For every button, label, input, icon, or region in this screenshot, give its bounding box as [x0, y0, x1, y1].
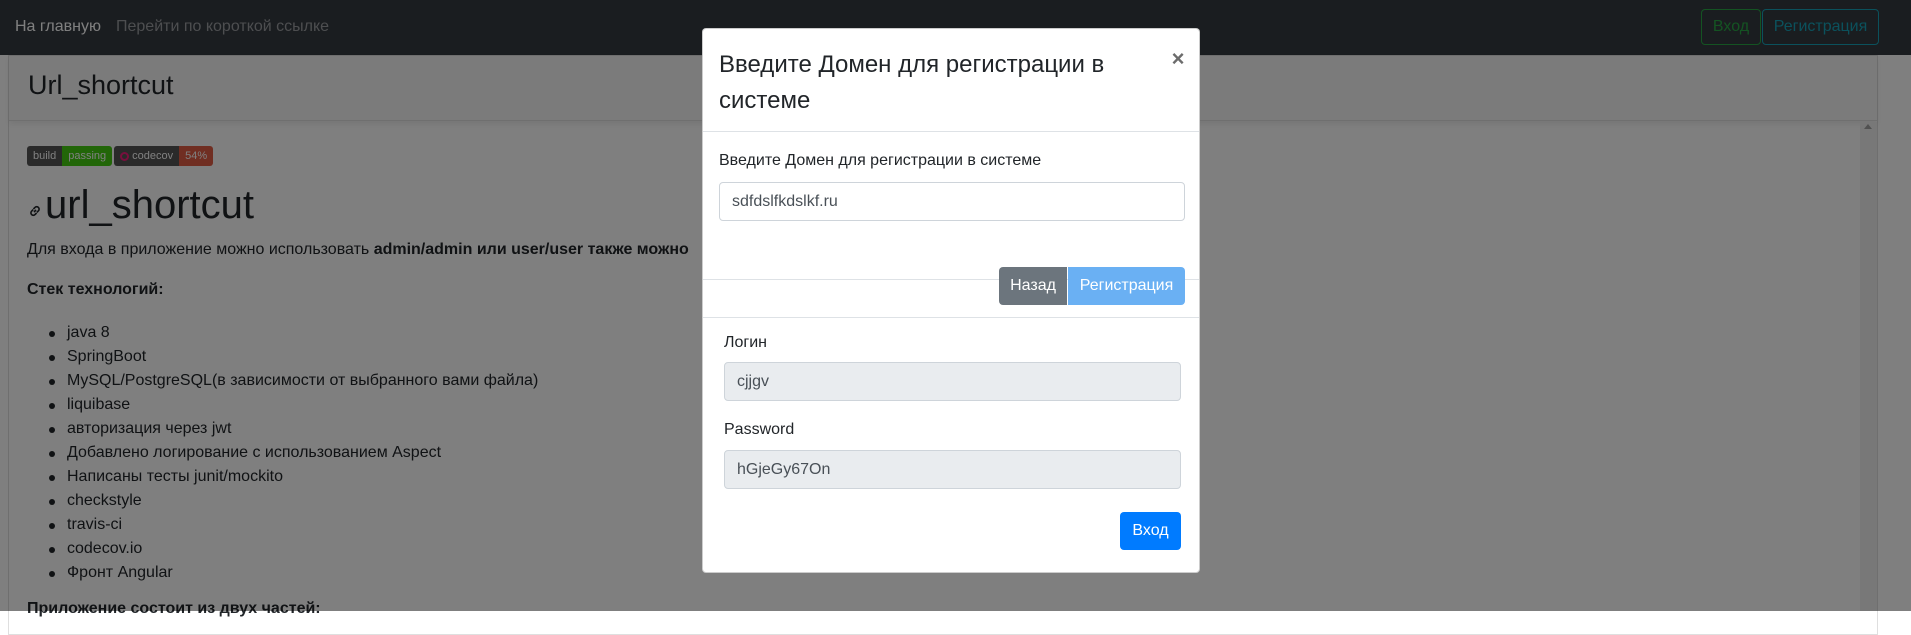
modal-title: Введите Домен для регистрации в системе — [719, 51, 1105, 114]
password-label: Password — [724, 421, 795, 438]
modal-footer: Назад Регистрация — [703, 248, 1199, 318]
back-button[interactable]: Назад — [999, 267, 1067, 305]
domain-input[interactable]: sdfdslfkdslkf.ru — [719, 182, 1185, 221]
register-domain-modal: Введите Домен для регистрации в системе … — [702, 28, 1200, 573]
modal-header: Введите Домен для регистрации в системе … — [703, 29, 1199, 132]
register-button[interactable]: Регистрация — [1068, 267, 1185, 305]
login-label: Логин — [724, 334, 768, 351]
close-icon[interactable]: × — [1166, 47, 1190, 71]
password-field[interactable]: hGjeGy67On — [724, 450, 1181, 489]
domain-label: Введите Домен для регистрации в системе — [719, 152, 1042, 169]
enter-button[interactable]: Вход — [1120, 512, 1181, 550]
credentials-form: Логин cjjgv Password hGjeGy67On Вход — [703, 327, 1199, 572]
login-field[interactable]: cjjgv — [724, 362, 1181, 401]
